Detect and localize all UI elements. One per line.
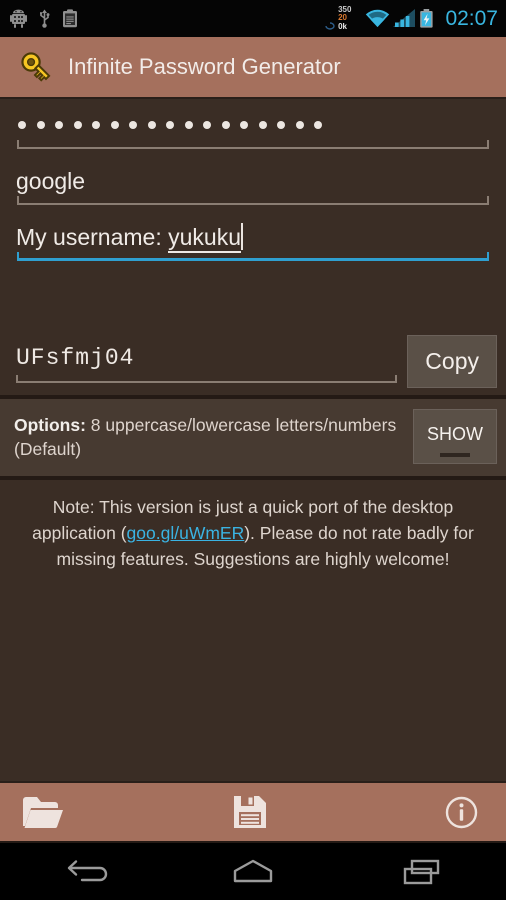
spinner-indicator <box>440 453 470 457</box>
generated-password-underline <box>16 375 398 383</box>
generated-password-field[interactable]: UFsfmj04 <box>6 331 407 389</box>
master-password-field[interactable] <box>6 99 500 155</box>
clipboard-icon <box>63 9 77 28</box>
note-text: Note: This version is just a quick port … <box>0 480 506 588</box>
page-title: Infinite Password Generator <box>68 54 341 79</box>
network-arrow-icon <box>325 22 335 30</box>
info-button[interactable] <box>326 783 506 841</box>
username-prefix: My username: <box>16 224 169 250</box>
username-composing-text: yukuku <box>168 224 241 253</box>
usb-icon <box>40 9 50 28</box>
master-password-underline <box>17 140 489 149</box>
form-area: google My username: yukuku UFsfmj04 Copy <box>0 99 506 395</box>
app-root: 350 20 0k 02:07 Infinite Password Genera… <box>0 0 506 900</box>
show-options-label: SHOW <box>427 424 483 444</box>
nav-back-button[interactable] <box>0 843 169 900</box>
text-caret <box>240 223 243 250</box>
bottom-action-bar <box>0 781 506 843</box>
site-name-value: google <box>16 168 86 194</box>
android-nav-bar <box>0 843 506 900</box>
app-action-bar: Infinite Password Generator <box>0 37 506 99</box>
generated-password-value: UFsfmj04 <box>16 345 135 371</box>
open-button[interactable] <box>0 783 174 841</box>
open-folder-icon <box>23 796 63 828</box>
save-floppy-icon <box>234 796 266 828</box>
nav-recents-button[interactable] <box>337 843 506 900</box>
battery-charging-icon <box>420 9 434 28</box>
network-up-value: 0k <box>338 21 347 31</box>
options-label: Options: <box>14 414 86 435</box>
status-bar: 350 20 0k 02:07 <box>0 0 506 37</box>
status-bar-right-icons: 02:07 <box>365 7 498 31</box>
back-nav-icon <box>68 859 108 881</box>
site-name-underline <box>17 196 489 205</box>
clock-time: 02:07 <box>445 6 498 30</box>
generated-password-row: UFsfmj04 Copy <box>0 323 506 395</box>
copy-button[interactable]: Copy <box>407 335 497 388</box>
network-speed-indicator: 350 20 0k <box>325 5 351 32</box>
options-description: Options: 8 uppercase/lowercase letters/n… <box>14 413 403 461</box>
show-options-button[interactable]: SHOW <box>413 409 497 464</box>
wifi-icon <box>366 9 390 27</box>
master-password-masked-value <box>16 110 490 140</box>
note-link[interactable]: goo.gl/uWmER <box>127 523 245 543</box>
site-name-field[interactable]: google <box>6 155 500 211</box>
signal-icon <box>393 9 416 27</box>
status-bar-left-icons <box>10 9 78 28</box>
android-debug-icon <box>10 9 27 28</box>
recents-nav-icon <box>403 859 439 884</box>
key-icon <box>21 52 51 82</box>
options-row: Options: 8 uppercase/lowercase letters/n… <box>0 399 506 476</box>
info-icon <box>445 796 478 828</box>
username-field[interactable]: My username: yukuku <box>6 211 500 323</box>
save-button[interactable] <box>174 783 326 841</box>
username-underline-focused <box>17 252 489 261</box>
username-value-row: My username: yukuku <box>16 222 490 253</box>
home-nav-icon <box>233 859 273 882</box>
nav-home-button[interactable] <box>169 843 338 900</box>
